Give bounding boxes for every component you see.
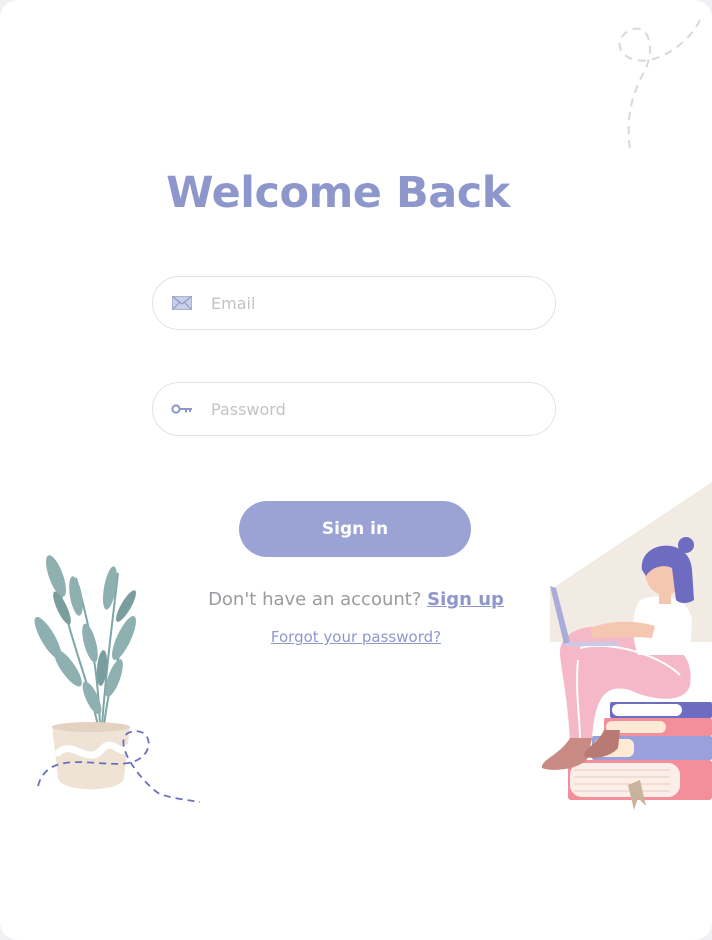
woman-with-laptop-on-books-illustration xyxy=(541,482,712,810)
signup-link[interactable]: Sign up xyxy=(427,589,504,610)
envelope-icon xyxy=(171,292,193,314)
potted-plant-illustration xyxy=(34,555,201,803)
password-field[interactable] xyxy=(152,382,556,436)
email-field[interactable] xyxy=(152,276,556,330)
page-title: Welcome Back xyxy=(166,168,510,218)
signin-button[interactable]: Sign in xyxy=(239,501,471,557)
dashed-swirl-decoration xyxy=(618,19,701,151)
email-input[interactable] xyxy=(209,292,533,314)
password-input[interactable] xyxy=(209,398,533,420)
key-icon xyxy=(171,398,193,420)
signup-prompt-text: Don't have an account? xyxy=(208,589,422,610)
login-card: Welcome Back Sign in Don't have an accou… xyxy=(0,0,712,940)
